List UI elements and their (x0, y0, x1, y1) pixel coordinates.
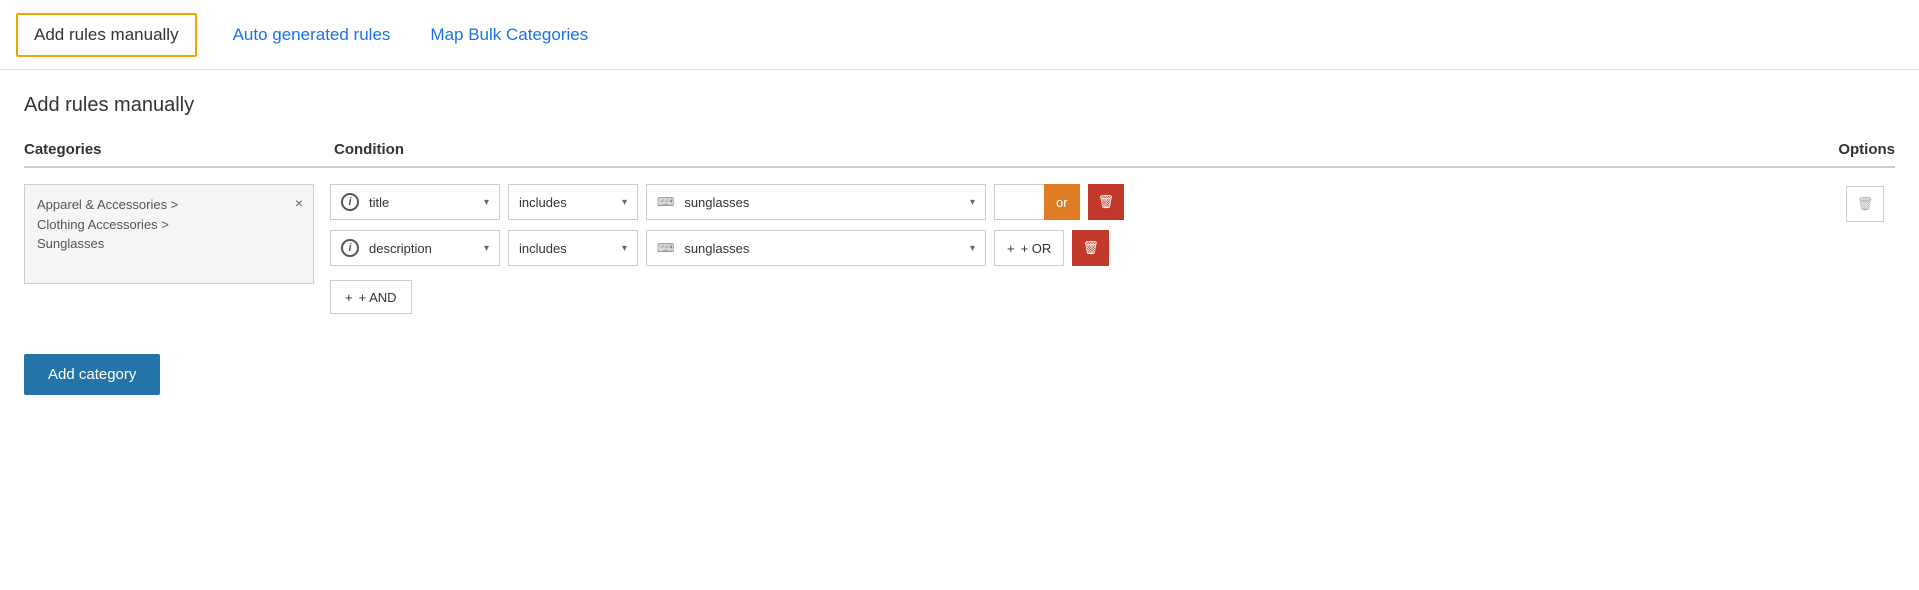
options-delete-button[interactable]: 🗑 (1846, 186, 1885, 222)
includes-caret-1: ▾ (622, 197, 627, 208)
or-plus-button-2[interactable]: + + OR (994, 230, 1064, 266)
or-plus-label-2: + OR (1021, 241, 1052, 256)
value-dropdown-2[interactable]: ⌨ sunglasses ▾ (646, 230, 986, 266)
includes-dropdown-1[interactable]: includes ▾ (508, 184, 638, 220)
col-header-categories: Categories (24, 141, 334, 158)
value-caret-1: ▾ (970, 197, 975, 208)
value-label-2: sunglasses (684, 241, 966, 256)
rules-area: × Apparel & Accessories >Clothing Access… (24, 184, 1895, 314)
field-icon-2: i (341, 239, 359, 257)
includes-dropdown-2[interactable]: includes ▾ (508, 230, 638, 266)
field-label-1: title (369, 195, 480, 210)
or-input-1[interactable] (994, 184, 1044, 220)
kbd-icon-2: ⌨ (657, 241, 674, 255)
field-icon-1: i (341, 193, 359, 211)
options-delete-icon: 🗑 (1857, 196, 1874, 212)
and-label: + AND (359, 290, 397, 305)
field-caret-2: ▾ (484, 243, 489, 254)
delete-icon-1: 🗑 (1098, 194, 1115, 210)
value-dropdown-1[interactable]: ⌨ sunglasses ▾ (646, 184, 986, 220)
tab-map-bulk-categories[interactable]: Map Bulk Categories (426, 17, 592, 53)
or-plus-icon-2: + (1007, 241, 1015, 256)
value-caret-2: ▾ (970, 243, 975, 254)
tabs-bar: Add rules manually Auto generated rules … (0, 0, 1919, 70)
value-label-1: sunglasses (684, 195, 966, 210)
field-dropdown-1[interactable]: i title ▾ (330, 184, 500, 220)
includes-label-1: includes (519, 195, 618, 210)
includes-caret-2: ▾ (622, 243, 627, 254)
conditions-section: i title ▾ includes ▾ ⌨ sunglasses ▾ (330, 184, 1819, 314)
field-dropdown-2[interactable]: i description ▾ (330, 230, 500, 266)
options-column: 🗑 (1835, 184, 1895, 222)
condition-row-1: i title ▾ includes ▾ ⌨ sunglasses ▾ (330, 184, 1819, 220)
delete-icon-2: 🗑 (1082, 240, 1099, 256)
or-button-1[interactable]: or (1044, 184, 1080, 220)
category-box: × Apparel & Accessories >Clothing Access… (24, 184, 314, 284)
delete-condition-1[interactable]: 🗑 (1088, 184, 1125, 220)
condition-row-2: i description ▾ includes ▾ ⌨ sunglasses … (330, 230, 1819, 266)
category-close-button[interactable]: × (295, 193, 303, 214)
and-plus-icon: + (345, 290, 353, 305)
or-group-1: or (994, 184, 1080, 220)
tab-add-rules-manually[interactable]: Add rules manually (16, 13, 197, 57)
delete-condition-2[interactable]: 🗑 (1072, 230, 1109, 266)
page-content: Add rules manually Categories Condition … (0, 70, 1919, 419)
col-header-options: Options (1815, 141, 1895, 158)
table-header: Categories Condition Options (24, 141, 1895, 168)
includes-label-2: includes (519, 241, 618, 256)
col-header-condition: Condition (334, 141, 1815, 158)
field-label-2: description (369, 241, 480, 256)
tab-auto-generated-rules[interactable]: Auto generated rules (229, 17, 395, 53)
field-caret-1: ▾ (484, 197, 489, 208)
category-text: Apparel & Accessories >Clothing Accessor… (37, 197, 178, 251)
kbd-icon-1: ⌨ (657, 195, 674, 209)
and-button[interactable]: + + AND (330, 280, 412, 314)
add-category-button[interactable]: Add category (24, 354, 160, 395)
section-title: Add rules manually (24, 94, 1895, 117)
